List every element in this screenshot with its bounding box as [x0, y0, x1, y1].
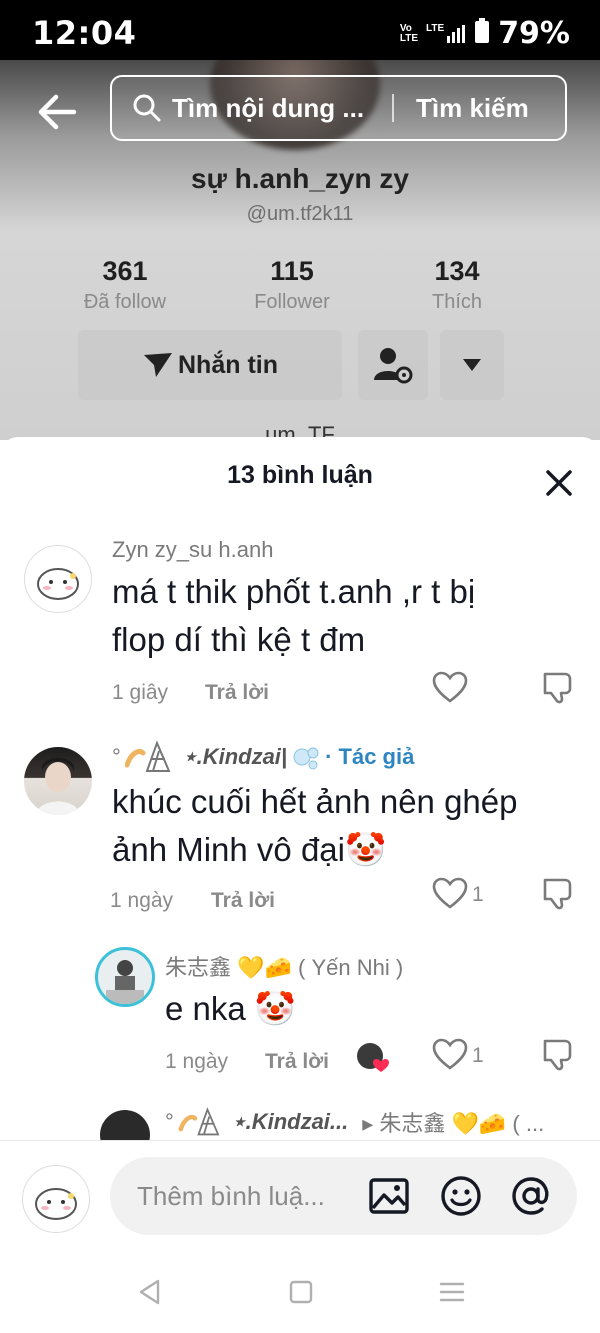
bubbles-icon	[293, 747, 319, 770]
comment-text-line: flop dí thì kệ t đm	[112, 621, 366, 658]
profile-name: sự h.anh_zyn zy	[191, 163, 409, 194]
thumbs-down-icon[interactable]	[541, 1038, 575, 1072]
send-icon	[144, 353, 172, 377]
stat-label: Thích	[431, 291, 483, 313]
system-nav-bar	[0, 1250, 600, 1333]
back-button[interactable]	[34, 89, 80, 135]
comment-input[interactable]: Thêm bình luậ...	[110, 1157, 577, 1235]
message-button[interactable]: Nhắn tin	[78, 330, 342, 400]
current-user-avatar	[22, 1165, 90, 1233]
comment-text-line: e nka 🤡	[165, 990, 296, 1027]
comment-composer: Thêm bình luậ...	[0, 1140, 600, 1251]
heart-icon[interactable]	[432, 877, 468, 909]
thumbs-down-icon[interactable]	[541, 671, 575, 705]
user-settings-icon	[374, 348, 413, 384]
signal-icon: LTE	[426, 23, 466, 44]
stat-label: Follower	[254, 291, 330, 313]
battery-percentage: 79%	[498, 16, 570, 51]
battery-icon	[474, 18, 490, 49]
back-nav-icon[interactable]	[136, 1278, 164, 1306]
comment-text-line: khúc cuối hết ảnh nên ghép	[112, 783, 518, 820]
stat-following[interactable]: 361 Đã follow	[45, 256, 205, 314]
profile-handle: @um.tf2k11	[246, 203, 354, 225]
comment-username-row: ° ⋆.Kindzai... ▸ 朱志鑫 💛🧀 ( ...	[165, 1106, 544, 1138]
reply-button[interactable]: Trả lời	[211, 889, 275, 913]
like-count: 1	[472, 1044, 484, 1067]
comment-item: ° ⋆.Kindzai| · Tác giả khúc cuối hết ảnh…	[0, 737, 600, 927]
stat-value: 361	[102, 256, 148, 286]
stat-value: 115	[270, 256, 314, 286]
like-count: 1	[472, 883, 484, 906]
stat-followers[interactable]: 115 Follower	[212, 256, 372, 314]
comment-item: Zyn zy_su h.anh má t thik phốt t.anh ,r …	[0, 537, 600, 717]
volte-indicator: Vo LTE	[399, 22, 419, 44]
more-button[interactable]	[440, 330, 504, 400]
reply-item: 朱志鑫 💛🧀 ( Yến Nhi ) e nka 🤡 1 ngày Trả lờ…	[0, 942, 600, 1092]
comment-username[interactable]: ⋆.Kindzai...	[232, 1109, 348, 1135]
search-button[interactable]: Tìm kiếm	[416, 93, 529, 124]
follow-settings-button[interactable]	[358, 330, 428, 400]
mention-icon[interactable]	[510, 1175, 552, 1217]
arrow-left-icon	[38, 94, 77, 130]
search-input[interactable]: Tìm nội dung ...	[172, 93, 380, 124]
top-bar: Tìm nội dung ... Tìm kiếm	[0, 75, 600, 145]
username-prefix: °	[165, 1109, 174, 1134]
comment-time: 1 ngày	[110, 889, 174, 912]
avatar[interactable]	[95, 947, 155, 1007]
status-time: 12:04	[32, 14, 137, 52]
comments-count-title: 13 bình luận	[227, 461, 373, 489]
reply-item: ° ⋆.Kindzai... ▸ 朱志鑫 💛🧀 ( ...	[0, 1102, 600, 1142]
thumbs-down-icon[interactable]	[541, 877, 575, 911]
avatar[interactable]	[24, 747, 92, 815]
heart-icon[interactable]	[432, 1038, 468, 1070]
decorative-emoji-icon	[124, 740, 171, 772]
reply-button[interactable]: Trả lời	[205, 681, 269, 705]
search-icon	[133, 94, 161, 122]
search-divider	[392, 94, 394, 122]
person-photo-avatar	[106, 960, 144, 1004]
comment-time: 1 giây	[112, 681, 169, 704]
close-button[interactable]	[543, 467, 575, 499]
stat-label: Đã follow	[83, 291, 167, 313]
stat-value: 134	[434, 256, 480, 286]
comment-username[interactable]: Zyn zy_su h.anh	[112, 537, 273, 563]
message-button-label: Nhắn tin	[178, 350, 278, 379]
cute-face-avatar-icon	[35, 1188, 77, 1220]
reply-target[interactable]: ▸ 朱志鑫 💛🧀 ( ...	[362, 1106, 544, 1138]
stat-likes[interactable]: 134 Thích	[377, 256, 537, 314]
comment-time: 1 ngày	[165, 1050, 229, 1073]
decorative-emoji-icon	[178, 1107, 220, 1136]
comment-username[interactable]: ⋆.Kindzai|	[183, 744, 287, 770]
comment-text-line: má t thik phốt t.anh ,r t bị	[112, 573, 476, 610]
status-bar: 12:04 Vo LTE LTE 79%	[0, 0, 600, 60]
reply-button[interactable]: Trả lời	[265, 1050, 329, 1074]
avatar[interactable]	[24, 545, 92, 613]
cute-face-avatar-icon	[37, 568, 79, 600]
username-prefix: °	[112, 744, 121, 769]
close-icon	[546, 470, 572, 496]
image-icon[interactable]	[368, 1175, 410, 1217]
emoji-icon[interactable]	[440, 1175, 482, 1217]
search-bar[interactable]: Tìm nội dung ... Tìm kiếm	[110, 75, 567, 141]
creator-liked-icon	[357, 1043, 389, 1072]
triangle-down-icon	[463, 359, 481, 371]
comment-username-row: ° ⋆.Kindzai| · Tác giả	[112, 739, 414, 775]
comment-username[interactable]: 朱志鑫 💛🧀 ( Yến Nhi )	[165, 950, 403, 982]
author-badge: · Tác giả	[325, 744, 415, 769]
comment-input-placeholder: Thêm bình luậ...	[137, 1181, 325, 1211]
person-photo-avatar	[36, 758, 80, 815]
heart-icon[interactable]	[432, 671, 468, 703]
comment-text-line: ảnh Minh vô đại🤡	[112, 831, 387, 868]
recents-nav-icon[interactable]	[438, 1278, 466, 1306]
avatar[interactable]	[100, 1110, 150, 1142]
home-nav-icon[interactable]	[287, 1278, 315, 1306]
